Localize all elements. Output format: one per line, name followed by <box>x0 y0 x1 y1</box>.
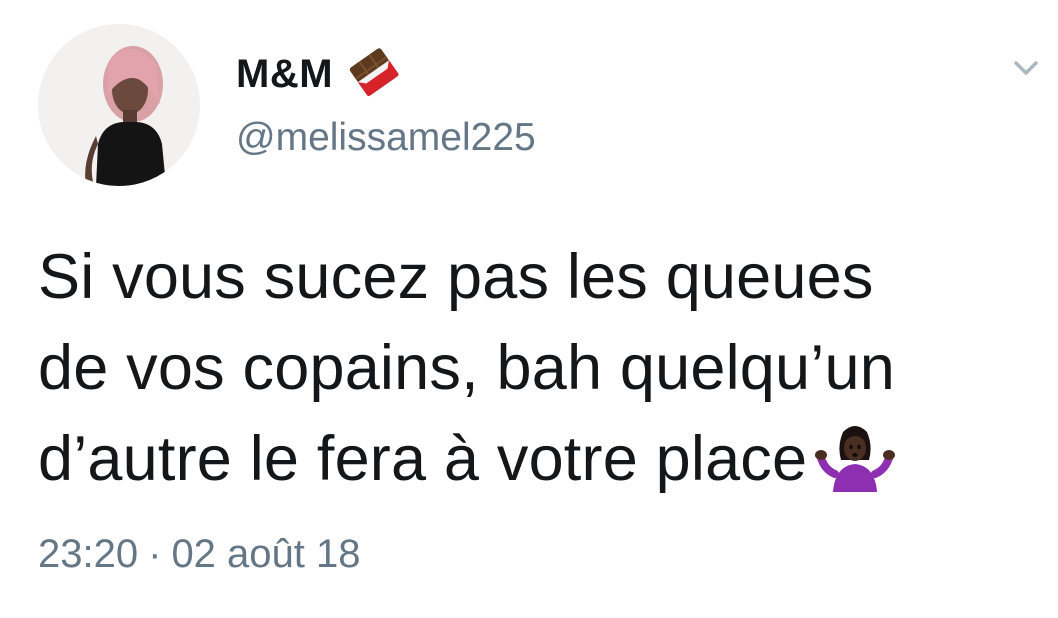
tweet-line: de vos copains, bah quelqu’un <box>38 333 895 403</box>
author-handle[interactable]: @melissamel225 <box>236 116 536 160</box>
tweet-line: Si vous sucez pas les queues <box>38 242 874 312</box>
tweet-line-text: d’autre le fera à votre place <box>38 424 808 494</box>
chocolate-bar-icon <box>347 47 401 102</box>
woman-shrugging-icon <box>813 422 897 492</box>
tweet-date: 02 août 18 <box>171 532 361 576</box>
tweet-text: Si vous sucez pas les queues de vos copa… <box>38 232 1038 505</box>
tweet-line-last: d’autre le fera à votre place <box>38 414 1038 505</box>
timestamp-separator: · <box>148 532 162 576</box>
chevron-down-icon <box>1014 61 1038 75</box>
tweet-menu-button[interactable] <box>1006 50 1046 84</box>
tweet-time: 23:20 <box>38 532 139 576</box>
tweet-timestamp[interactable]: 23:20 · 02 août 18 <box>38 532 361 577</box>
author-name-row[interactable]: M&M <box>236 47 401 102</box>
avatar[interactable] <box>38 24 200 186</box>
avatar-photo <box>38 24 200 186</box>
display-name[interactable]: M&M <box>236 52 333 97</box>
